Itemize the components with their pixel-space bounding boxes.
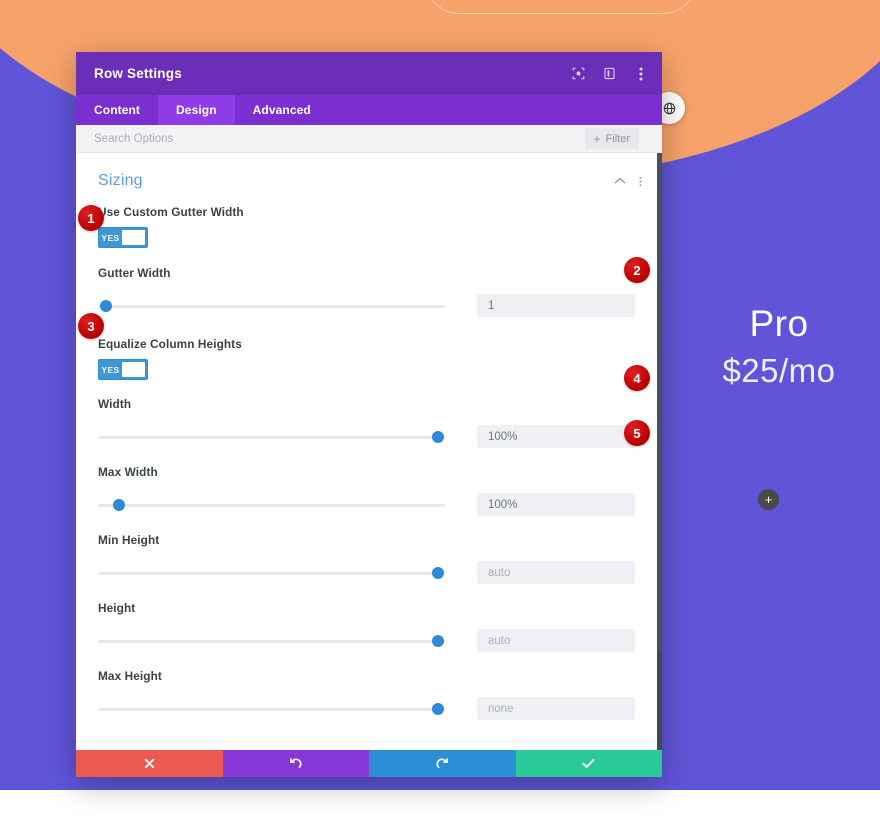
slider-track [98, 707, 445, 711]
slider-handle[interactable] [100, 299, 112, 312]
slider-track [98, 639, 445, 643]
field-width: Width 100% [76, 397, 662, 448]
field-label: Gutter Width [98, 266, 171, 280]
slider-width[interactable] [98, 430, 445, 444]
field-height: Height auto [76, 601, 662, 652]
search-bar: + Filter [76, 125, 662, 153]
save-button[interactable] [515, 750, 662, 777]
tab-design[interactable]: Design [158, 95, 235, 125]
value-max-height[interactable]: none [477, 697, 635, 720]
slider-row: 1 [98, 294, 640, 317]
slider-handle[interactable] [432, 634, 444, 647]
field-label: Use Custom Gutter Width [98, 205, 244, 219]
field-label: Equalize Column Heights [98, 337, 242, 351]
toggle-equalize-column-heights[interactable]: YES [98, 359, 148, 380]
toggle-knob [122, 362, 145, 377]
value-width[interactable]: 100% [477, 425, 635, 448]
kebab-menu-icon[interactable] [633, 66, 648, 81]
sizing-section-title: Sizing [98, 172, 143, 189]
undo-button[interactable] [222, 750, 369, 777]
modal-header: Row Settings [76, 52, 662, 95]
screenshot-root: Pro $25/mo + Row Settings Content Design… [0, 0, 880, 822]
value-min-height[interactable]: auto [477, 561, 635, 584]
modal-tabs: Content Design Advanced [76, 95, 662, 125]
modal-footer [76, 750, 662, 777]
focus-target-icon[interactable] [571, 66, 586, 81]
tab-content[interactable]: Content [76, 95, 158, 125]
slider-track [98, 304, 445, 308]
add-module-button[interactable]: + [758, 489, 779, 510]
slider-row: 100% [98, 493, 640, 516]
plan-title: Pro [749, 303, 809, 344]
white-footer-band [0, 790, 880, 822]
field-label: Max Height [98, 669, 162, 683]
toggle-knob [122, 230, 145, 245]
slider-handle[interactable] [432, 430, 444, 443]
value-height[interactable]: auto [477, 629, 635, 652]
tab-advanced[interactable]: Advanced [235, 95, 329, 125]
annotation-badge-5: 5 [624, 420, 650, 446]
plan-price: $25/mo [722, 352, 836, 389]
slider-handle[interactable] [113, 498, 125, 511]
field-label: Width [98, 397, 132, 411]
cancel-button[interactable] [76, 750, 223, 777]
scrollbar-thumb[interactable] [657, 153, 662, 651]
filter-button[interactable]: + Filter [584, 128, 639, 149]
field-min-height: Min Height auto [76, 533, 662, 584]
field-max-width: Max Width 100% [76, 465, 662, 516]
slider-handle[interactable] [432, 702, 444, 715]
slider-max-height[interactable] [98, 702, 445, 716]
modal-header-icons [571, 66, 648, 81]
redo-button[interactable] [369, 750, 516, 777]
scrollbar-track[interactable] [657, 153, 662, 750]
slider-min-height[interactable] [98, 566, 445, 580]
row-settings-modal: Row Settings Content Design Advanced Sea… [76, 52, 662, 777]
annotation-badge-3: 3 [78, 313, 104, 339]
plus-icon: + [593, 131, 601, 146]
annotation-badge-1: 1 [78, 205, 104, 231]
toggle-label: YES [101, 364, 120, 375]
field-use-custom-gutter-width: Use Custom Gutter Width YES [76, 205, 662, 248]
slider-row: none [98, 697, 640, 720]
slider-handle[interactable] [432, 566, 444, 579]
pricing-block: Pro $25/mo [678, 302, 880, 392]
panel-layout-icon[interactable] [602, 66, 617, 81]
kebab-menu-icon[interactable] [639, 175, 642, 188]
field-equalize-column-heights: Equalize Column Heights YES [76, 337, 662, 380]
field-label: Min Height [98, 533, 160, 547]
section-spacing[interactable]: Spacing [76, 741, 662, 750]
settings-scroll-area: Sizing Use Custom Gutter Width YES Gutte… [76, 153, 662, 750]
filter-button-label: Filter [605, 132, 630, 145]
slider-gutter-width[interactable] [98, 299, 445, 313]
field-label: Height [98, 601, 136, 615]
field-label: Max Width [98, 465, 158, 479]
hero-outline-shape [424, 0, 698, 14]
section-spacer [76, 720, 662, 741]
slider-row: auto [98, 561, 640, 584]
sizing-section-header: Sizing [76, 153, 662, 190]
slider-max-width[interactable] [98, 498, 445, 512]
chevron-up-icon[interactable] [614, 177, 626, 185]
slider-row: 100% [98, 425, 640, 448]
slider-track [98, 435, 445, 439]
toggle-label: YES [101, 232, 120, 243]
value-max-width[interactable]: 100% [477, 493, 635, 516]
value-gutter-width[interactable]: 1 [477, 294, 635, 317]
sizing-section-actions [614, 175, 642, 188]
field-gutter-width: Gutter Width 1 [76, 266, 662, 317]
field-max-height: Max Height none [76, 669, 662, 720]
slider-track [98, 571, 445, 575]
slider-track [98, 503, 445, 507]
slider-height[interactable] [98, 634, 445, 648]
page-title: Row Settings [94, 66, 182, 81]
toggle-use-custom-gutter-width[interactable]: YES [98, 227, 148, 248]
annotation-badge-4: 4 [624, 365, 650, 391]
slider-row: auto [98, 629, 640, 652]
search-input[interactable] [94, 132, 514, 145]
annotation-badge-2: 2 [624, 257, 650, 283]
